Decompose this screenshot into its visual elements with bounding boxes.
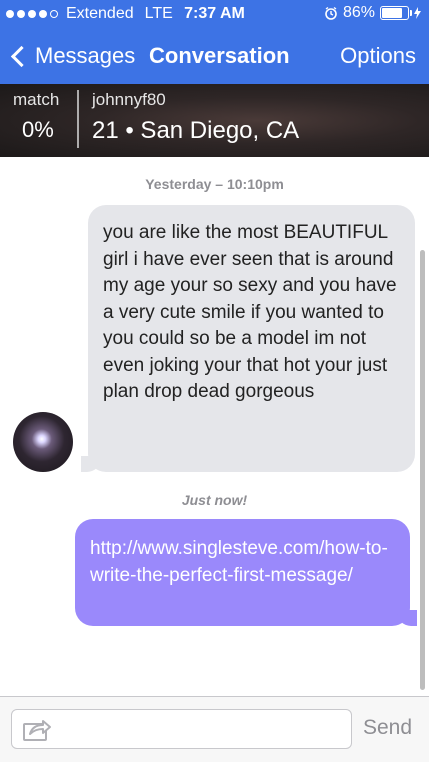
- battery-icon: [380, 6, 412, 20]
- back-button-label: Messages: [35, 43, 136, 68]
- chevron-left-icon: [10, 45, 33, 67]
- options-button[interactable]: Options: [340, 43, 416, 69]
- incoming-message-bubble[interactable]: you are like the most BEAUTIFUL girl i h…: [81, 205, 415, 472]
- back-button[interactable]: Messages: [10, 43, 135, 69]
- message-timestamp: Just now!: [181, 492, 248, 508]
- match-value: 0%: [22, 117, 54, 142]
- outgoing-message-bubble[interactable]: http://www.singlesteve.com/how-to-write-…: [75, 519, 417, 626]
- nav-title: Conversation: [149, 43, 290, 68]
- battery-percent: 86%: [342, 4, 375, 21]
- message-timestamp: Yesterday – 10:10pm: [145, 176, 284, 192]
- share-icon[interactable]: [22, 716, 52, 742]
- avatar[interactable]: [13, 412, 73, 472]
- status-right-group: 86%: [324, 4, 421, 22]
- battery-fill: [382, 8, 402, 18]
- send-button[interactable]: Send: [363, 716, 412, 740]
- alarm-icon: [325, 6, 337, 20]
- age-location: 21 • San Diego, CA: [92, 117, 300, 144]
- scrollbar[interactable]: [420, 250, 425, 690]
- profile-header[interactable]: match 0% johnnyf80 21 • San Diego, CA: [0, 84, 429, 157]
- navigation-bar: Messages Conversation Options: [0, 30, 429, 84]
- profile-divider: [77, 90, 79, 148]
- match-label: match: [13, 90, 60, 109]
- charging-bolt-icon: [414, 7, 421, 19]
- message-input[interactable]: [11, 709, 352, 749]
- username: johnnyf80: [92, 90, 166, 109]
- status-bar: Extended LTE 7:37 AM 86%: [0, 0, 429, 30]
- message-composer: Send: [0, 696, 429, 762]
